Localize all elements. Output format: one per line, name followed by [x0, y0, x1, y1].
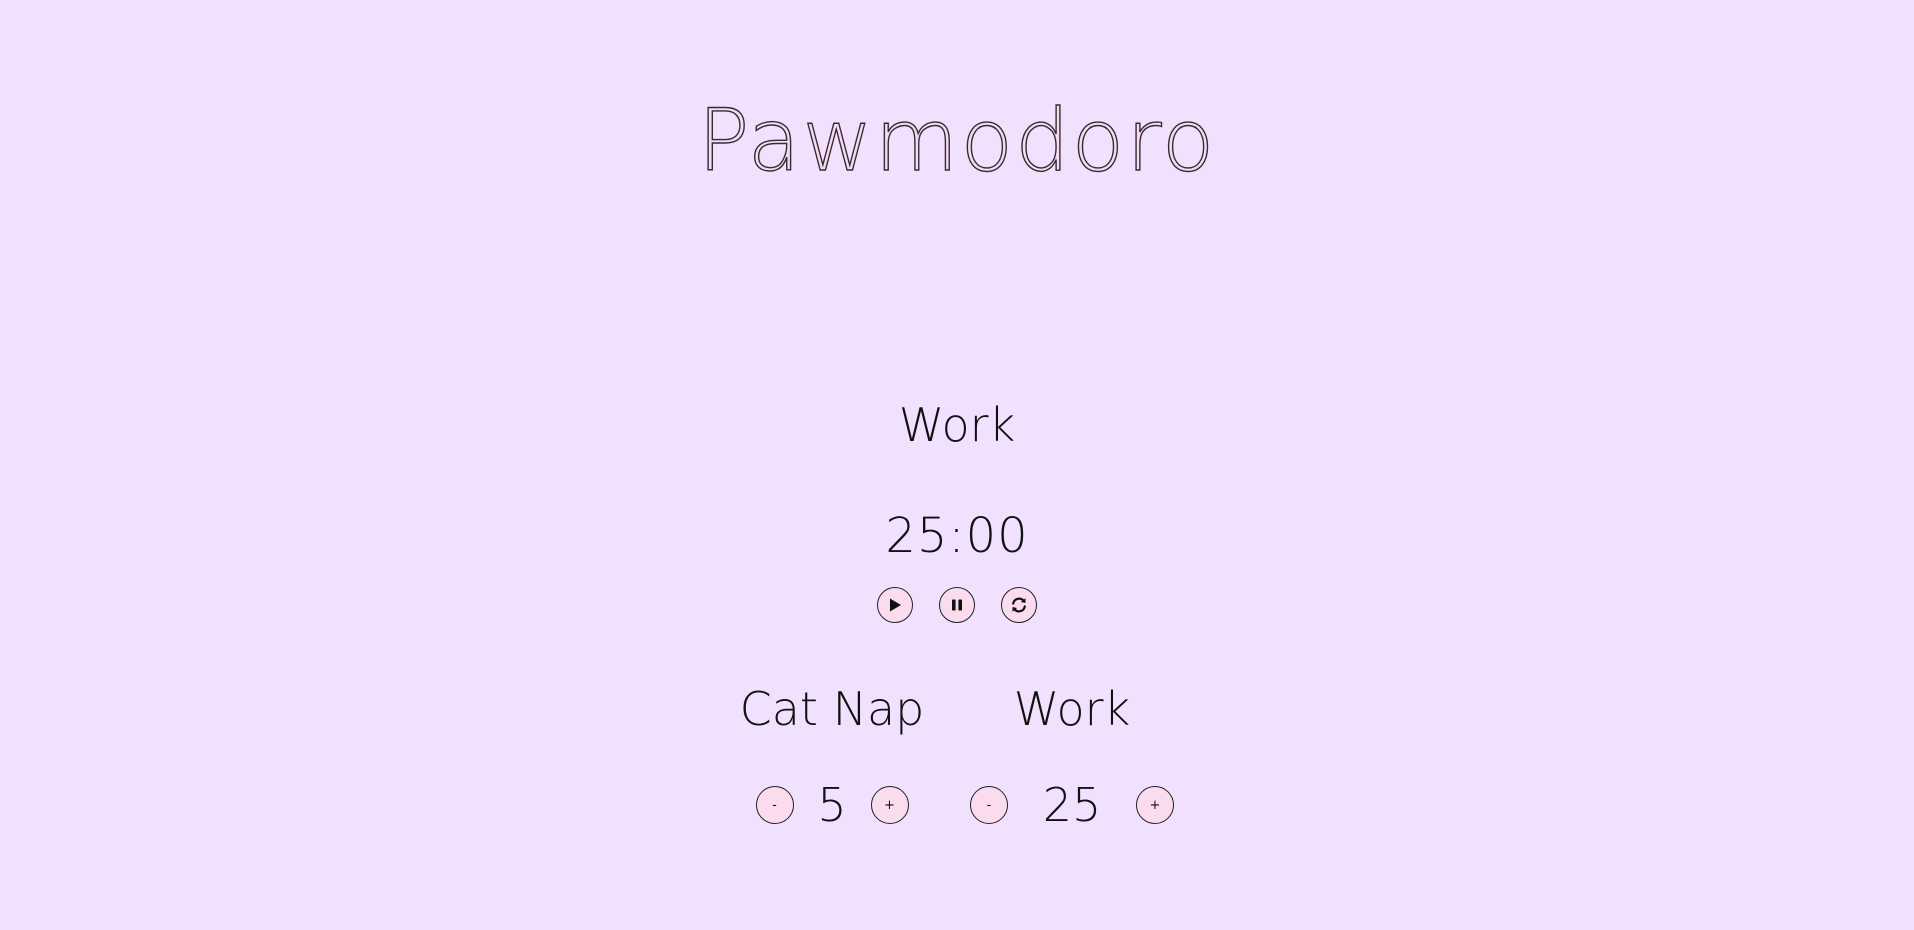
- break-length-stepper: - 5 +: [712, 782, 952, 828]
- timer-controls: [0, 587, 1914, 623]
- pomodoro-page: Pawmodoro Work 25:00 Cat Nap - 5 + Work …: [0, 0, 1914, 930]
- break-length-setting: Cat Nap - 5 +: [712, 686, 952, 828]
- play-button[interactable]: [877, 587, 913, 623]
- pause-icon: [950, 598, 964, 612]
- work-length-stepper: - 25 +: [952, 782, 1192, 828]
- work-increment-button[interactable]: +: [1136, 786, 1174, 824]
- work-length-value: 25: [1042, 778, 1102, 832]
- play-icon: [887, 597, 903, 613]
- timer-display: 25:00: [885, 508, 1029, 564]
- session-label: Work: [898, 398, 1016, 452]
- work-decrement-button[interactable]: -: [970, 786, 1008, 824]
- app-title: Pawmodoro: [697, 91, 1217, 191]
- break-length-label: Cat Nap: [739, 682, 925, 736]
- pause-button[interactable]: [939, 587, 975, 623]
- break-length-value: 5: [817, 778, 847, 832]
- work-length-setting: Work - 25 +: [952, 686, 1192, 828]
- work-length-label: Work: [1013, 682, 1131, 736]
- refresh-icon: [1010, 596, 1028, 614]
- break-decrement-button[interactable]: -: [755, 786, 794, 824]
- break-increment-button[interactable]: +: [870, 786, 909, 824]
- reset-button[interactable]: [1001, 587, 1037, 623]
